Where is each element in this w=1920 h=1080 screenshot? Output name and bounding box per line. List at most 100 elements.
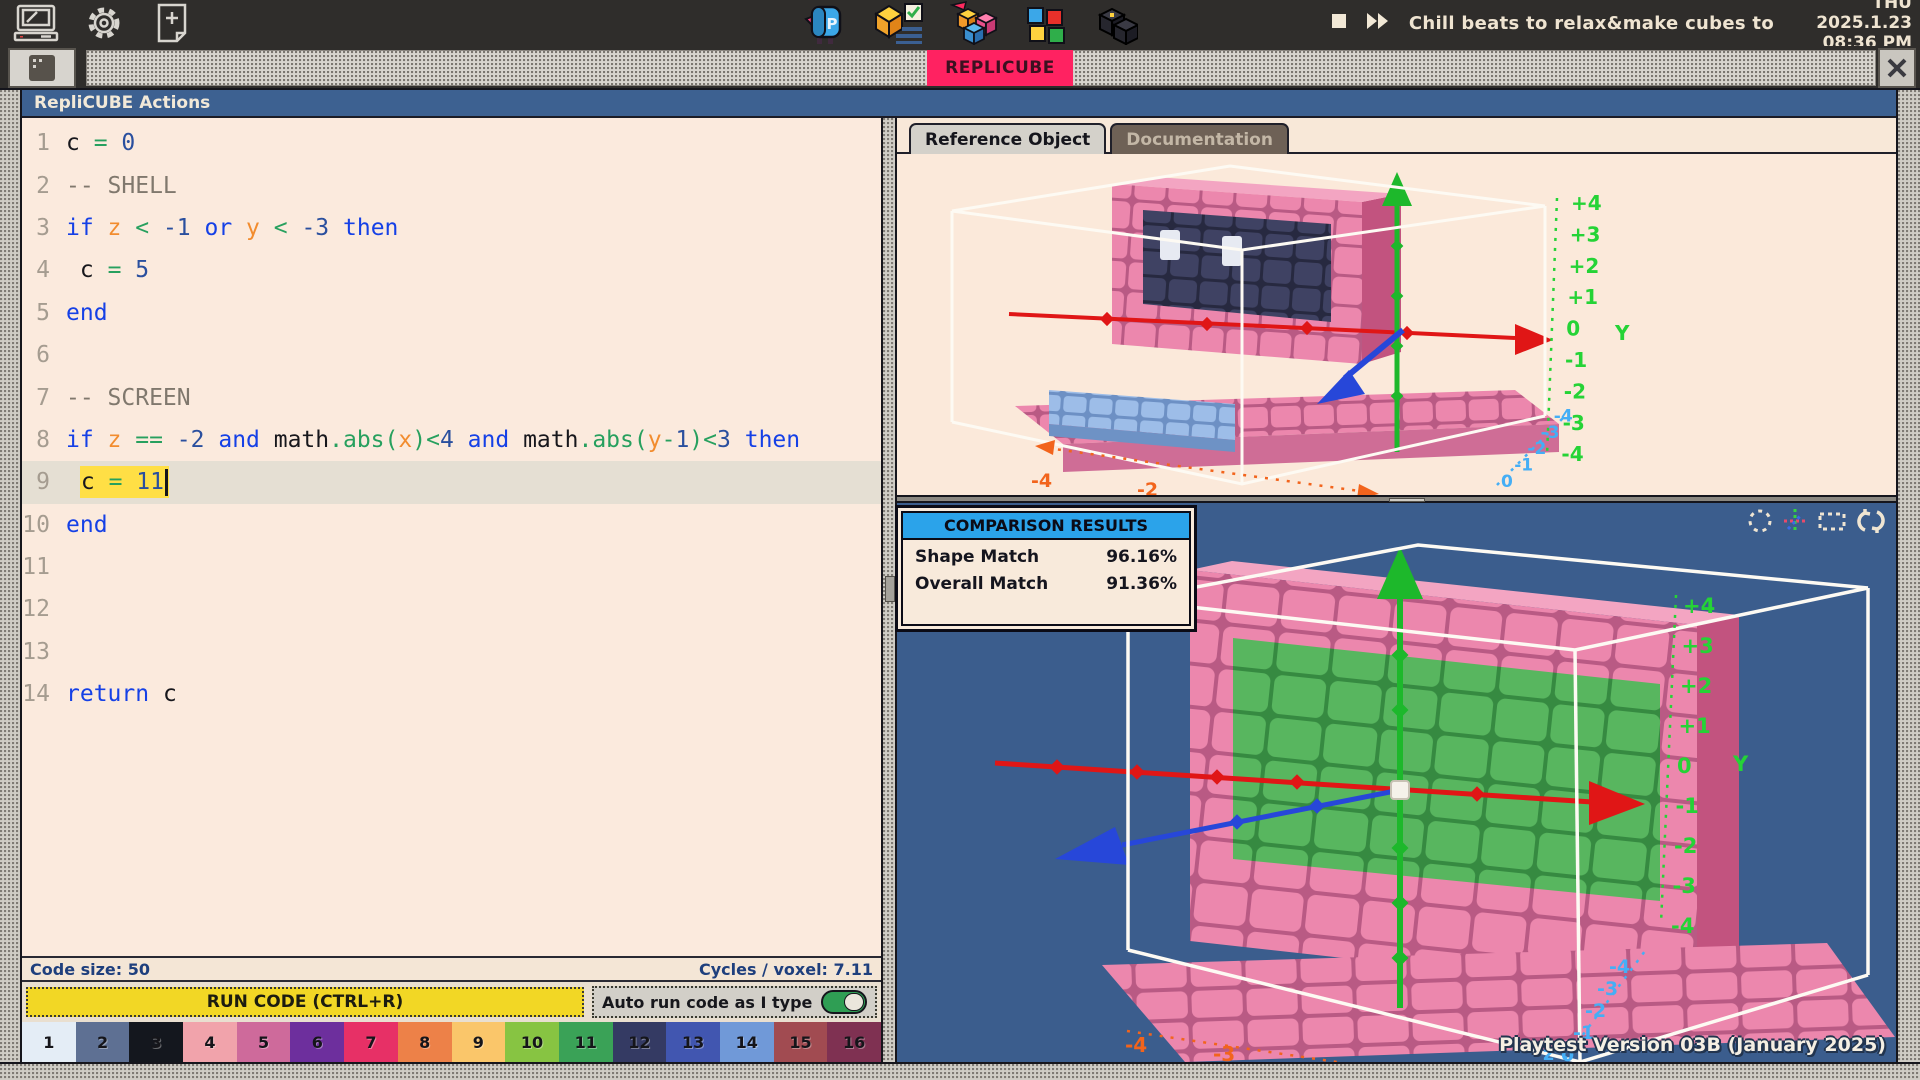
reference-object-view[interactable]: Y +4+3+2+10-1-2-3-40-1-2-3-4-4-2 [897, 154, 1896, 495]
h-splitter-handle[interactable] [1389, 498, 1425, 502]
axis-label: +3 [1570, 222, 1601, 246]
palette-color-13[interactable]: 13 [666, 1022, 720, 1062]
cube-check-icon[interactable] [872, 1, 924, 45]
line-number: 3 [22, 215, 66, 241]
palette-color-8[interactable]: 8 [398, 1022, 452, 1062]
axis-label: -2 [1585, 1000, 1606, 1022]
axes-toggle-icon[interactable] [1782, 508, 1808, 538]
tab-bar: Reference Object Documentation [897, 118, 1896, 154]
ref-y-axis-name: Y [1614, 321, 1630, 345]
window-border-left[interactable] [0, 90, 22, 1062]
window-titlebar[interactable]: REPLICUBE [0, 46, 1920, 90]
text-caret [165, 469, 168, 496]
overall-match-label: Overall Match [915, 574, 1048, 594]
axis-label: -1 [1676, 794, 1699, 818]
dark-cubes-icon[interactable] [1094, 3, 1138, 45]
select-circle-icon[interactable] [1747, 508, 1773, 538]
axis-label: +2 [1569, 254, 1600, 278]
code-line-6[interactable]: 6 [22, 334, 881, 376]
code-text: end [66, 300, 108, 326]
color-grid-icon[interactable] [1024, 5, 1068, 45]
taskbar: P [0, 0, 1920, 46]
app-window-icon[interactable] [8, 48, 76, 88]
code-lines[interactable]: 1c = 02-- SHELL3if z < -1 or y < -3 then… [22, 118, 881, 956]
new-file-icon[interactable] [148, 3, 196, 43]
skip-icon[interactable] [1365, 12, 1391, 34]
tab-documentation[interactable]: Documentation [1110, 123, 1289, 154]
code-line-10[interactable]: 10end [22, 504, 881, 546]
palette-number: 7 [365, 1033, 376, 1052]
palette-color-5[interactable]: 5 [237, 1022, 291, 1062]
autorun-toggle[interactable] [821, 990, 867, 1014]
editor-controls: RUN CODE (CTRL+R) Auto run code as I typ… [22, 982, 881, 1022]
window-border-bottom[interactable] [0, 1062, 1920, 1080]
computer-icon[interactable] [12, 3, 60, 43]
stop-icon[interactable] [1331, 13, 1347, 33]
axis-label: -2 [1137, 479, 1158, 495]
axis-label: -4 [1561, 442, 1583, 466]
palette-number: 11 [575, 1033, 597, 1052]
code-line-14[interactable]: 14return c [22, 673, 881, 715]
palette-color-14[interactable]: 14 [720, 1022, 774, 1062]
palette-color-2[interactable]: 2 [76, 1022, 130, 1062]
axis-label: -3 [1213, 1042, 1235, 1062]
code-line-9[interactable]: 9 c = 11 [22, 461, 881, 503]
color-palette: 12345678910111213141516 [22, 1022, 881, 1062]
gear-icon[interactable] [80, 3, 128, 43]
color-cubes-icon[interactable] [950, 1, 998, 45]
tab-reference-object[interactable]: Reference Object [909, 123, 1106, 154]
palette-color-7[interactable]: 7 [344, 1022, 398, 1062]
close-button[interactable] [1878, 48, 1916, 88]
code-line-11[interactable]: 11 [22, 546, 881, 588]
code-line-1[interactable]: 1c = 0 [22, 122, 881, 164]
app-title-badge: REPLICUBE [927, 50, 1073, 86]
code-line-7[interactable]: 7-- SCREEN [22, 376, 881, 418]
reference-3d-scene[interactable]: Y +4+3+2+10-1-2-3-40-1-2-3-4-4-2 [897, 154, 1896, 495]
palette-number: 9 [473, 1033, 484, 1052]
run-code-button[interactable]: RUN CODE (CTRL+R) [26, 987, 584, 1017]
svg-text:P: P [827, 15, 838, 33]
code-line-2[interactable]: 2-- SHELL [22, 164, 881, 206]
window-title: RepliCUBE Actions [22, 93, 210, 113]
palette-color-10[interactable]: 10 [505, 1022, 559, 1062]
palette-number: 4 [204, 1033, 215, 1052]
axis-label: +1 [1567, 285, 1598, 309]
palette-color-1[interactable]: 1 [22, 1022, 76, 1062]
code-line-12[interactable]: 12 [22, 588, 881, 630]
line-number: 9 [22, 469, 66, 495]
right-panel: Reference Object Documentation [897, 118, 1896, 1062]
palette-color-6[interactable]: 6 [290, 1022, 344, 1062]
horizontal-splitter[interactable] [897, 495, 1896, 503]
palette-color-15[interactable]: 15 [774, 1022, 828, 1062]
select-box-icon[interactable] [1817, 508, 1847, 538]
window-border-right[interactable] [1896, 90, 1920, 1062]
code-line-4[interactable]: 4 c = 5 [22, 249, 881, 291]
palette-color-4[interactable]: 4 [183, 1022, 237, 1062]
code-line-5[interactable]: 5end [22, 292, 881, 334]
comparison-results-panel: COMPARISON RESULTS Shape Match 96.16% Ov… [895, 505, 1197, 632]
code-line-8[interactable]: 8if z == -2 and math.abs(x)<4 and math.a… [22, 419, 881, 461]
palette-color-16[interactable]: 16 [827, 1022, 881, 1062]
workspace-view[interactable]: Y z +4+3+2+10-1-2-3-4-4-3-2-10-4-3 COMPA… [897, 503, 1896, 1062]
palette-color-9[interactable]: 9 [452, 1022, 506, 1062]
code-editor[interactable]: 1c = 02-- SHELL3if z < -1 or y < -3 then… [22, 118, 881, 1062]
palette-number: 10 [521, 1033, 543, 1052]
overall-match-value: 91.36% [1106, 574, 1177, 594]
code-line-13[interactable]: 13 [22, 631, 881, 673]
mailbox-icon[interactable]: P [802, 1, 846, 45]
axis-label: -4 [1031, 470, 1052, 492]
code-text: -- SHELL [66, 173, 177, 199]
palette-number: 2 [97, 1033, 108, 1052]
window-header[interactable]: RepliCUBE Actions [22, 90, 1896, 118]
axis-label: -1 [1565, 348, 1587, 372]
palette-color-11[interactable]: 11 [559, 1022, 613, 1062]
reset-view-icon[interactable] [1856, 508, 1886, 538]
palette-color-12[interactable]: 12 [613, 1022, 667, 1062]
line-number: 12 [22, 596, 66, 622]
splitter-handle[interactable] [885, 576, 895, 602]
cycles-label: Cycles / voxel: 7.11 [699, 960, 873, 979]
axis-label: 0 [1566, 317, 1580, 341]
code-line-3[interactable]: 3if z < -1 or y < -3 then [22, 207, 881, 249]
line-number: 11 [22, 554, 66, 580]
palette-color-3[interactable]: 3 [129, 1022, 183, 1062]
